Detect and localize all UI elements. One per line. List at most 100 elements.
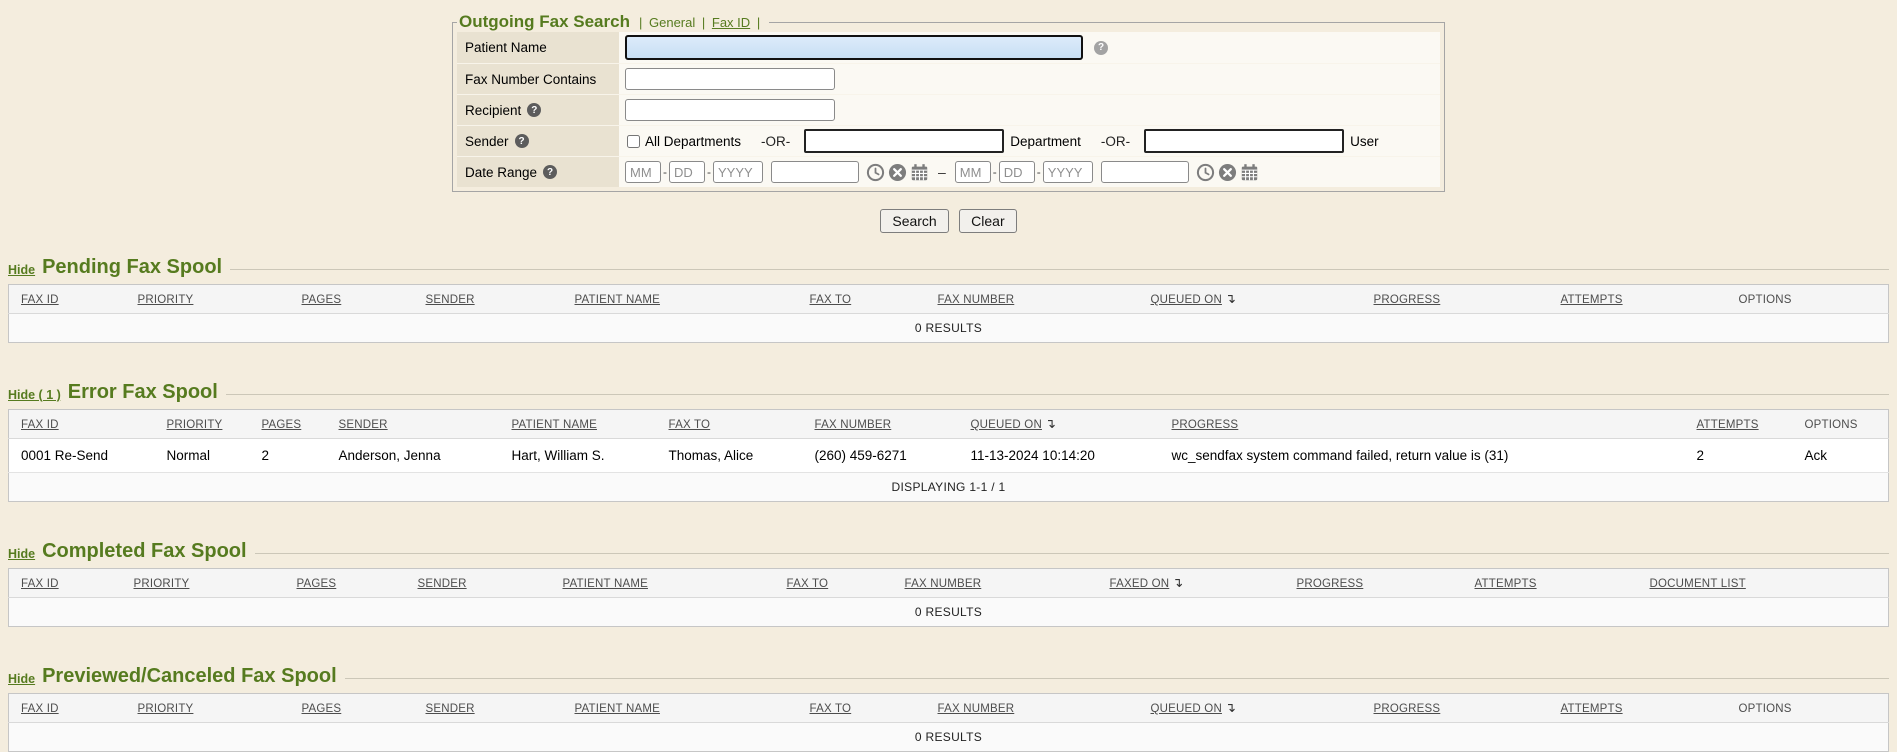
hide-pending-link[interactable]: Hide [8, 263, 35, 277]
col-attempts[interactable]: ATTEMPTS [1561, 703, 1623, 715]
start-time-input[interactable] [771, 161, 859, 183]
col-priority[interactable]: PRIORITY [138, 703, 194, 715]
start-year-input[interactable] [713, 161, 763, 183]
col-queued-on[interactable]: QUEUED ON [1151, 294, 1222, 306]
clear-button[interactable]: Clear [959, 209, 1016, 233]
fax-number-input[interactable] [625, 68, 835, 90]
col-patient-name[interactable]: PATIENT NAME [512, 419, 597, 431]
end-month-input[interactable] [955, 161, 991, 183]
fax-number-row: Fax Number Contains [457, 63, 1440, 94]
results-count: 0 RESULTS [9, 598, 1889, 627]
search-legend: Outgoing Fax Search | General | Fax ID | [457, 12, 769, 32]
fax-number-label: Fax Number Contains [457, 64, 619, 94]
pending-section-title: Pending Fax Spool [42, 256, 222, 279]
patient-name-label: Patient Name [457, 32, 619, 63]
col-options: OPTIONS [1739, 703, 1792, 715]
section-rule [226, 394, 1889, 395]
clock-icon[interactable] [1196, 163, 1215, 182]
hide-error-link[interactable]: Hide ( 1 ) [8, 388, 61, 402]
col-priority[interactable]: PRIORITY [134, 578, 190, 590]
sort-desc-icon: ↴ [1045, 416, 1056, 432]
all-departments-checkbox[interactable] [627, 135, 640, 148]
col-fax-to[interactable]: FAX TO [787, 578, 829, 590]
col-attempts[interactable]: ATTEMPTS [1697, 419, 1759, 431]
clear-date-icon[interactable] [888, 163, 907, 182]
error-fax-spool-section: Hide ( 1 ) Error Fax Spool FAX ID PRIORI… [8, 381, 1889, 502]
col-progress[interactable]: PROGRESS [1297, 578, 1364, 590]
results-count: DISPLAYING 1-1 / 1 [9, 473, 1889, 502]
col-document-list[interactable]: DOCUMENT LIST [1650, 578, 1746, 590]
form-title: Outgoing Fax Search [459, 12, 630, 32]
col-queued-on[interactable]: QUEUED ON [1151, 703, 1222, 715]
clear-date-icon[interactable] [1218, 163, 1237, 182]
col-pages[interactable]: PAGES [262, 419, 302, 431]
start-month-input[interactable] [625, 161, 661, 183]
clock-icon[interactable] [866, 163, 885, 182]
col-sender[interactable]: SENDER [426, 294, 475, 306]
col-fax-number[interactable]: FAX NUMBER [938, 703, 1015, 715]
recipient-label: Recipient ? [457, 95, 619, 125]
calendar-icon[interactable] [1240, 163, 1259, 182]
search-button[interactable]: Search [880, 209, 948, 233]
col-patient-name[interactable]: PATIENT NAME [563, 578, 648, 590]
help-icon[interactable]: ? [1094, 41, 1108, 55]
col-queued-on[interactable]: QUEUED ON [971, 419, 1042, 431]
col-sender[interactable]: SENDER [339, 419, 388, 431]
col-sender[interactable]: SENDER [418, 578, 467, 590]
help-icon[interactable]: ? [515, 134, 529, 148]
col-fax-to[interactable]: FAX TO [669, 419, 711, 431]
col-priority[interactable]: PRIORITY [167, 419, 223, 431]
patient-name-input[interactable] [625, 35, 1083, 60]
col-progress[interactable]: PROGRESS [1374, 703, 1441, 715]
calendar-icon[interactable] [910, 163, 929, 182]
end-year-input[interactable] [1043, 161, 1093, 183]
results-count: 0 RESULTS [9, 723, 1889, 752]
col-faxed-on[interactable]: FAXED ON [1110, 578, 1170, 590]
cell-queued-on: 11-13-2024 10:14:20 [959, 439, 1160, 473]
cell-patient-name: Hart, William S. [500, 439, 657, 473]
hide-completed-link[interactable]: Hide [8, 547, 35, 561]
department-input[interactable] [804, 129, 1004, 153]
col-attempts[interactable]: ATTEMPTS [1475, 578, 1537, 590]
col-progress[interactable]: PROGRESS [1172, 419, 1239, 431]
results-count: 0 RESULTS [9, 314, 1889, 343]
col-pages[interactable]: PAGES [302, 294, 342, 306]
end-day-input[interactable] [999, 161, 1035, 183]
col-fax-to[interactable]: FAX TO [810, 294, 852, 306]
completed-fax-table: FAX ID PRIORITY PAGES SENDER PATIENT NAM… [8, 568, 1889, 627]
help-icon[interactable]: ? [543, 165, 557, 179]
col-attempts[interactable]: ATTEMPTS [1561, 294, 1623, 306]
col-patient-name[interactable]: PATIENT NAME [575, 294, 660, 306]
col-fax-number[interactable]: FAX NUMBER [905, 578, 982, 590]
col-fax-id[interactable]: FAX ID [21, 419, 59, 431]
end-time-input[interactable] [1101, 161, 1189, 183]
col-fax-id[interactable]: FAX ID [21, 294, 59, 306]
start-day-input[interactable] [669, 161, 705, 183]
hide-previewed-link[interactable]: Hide [8, 672, 35, 686]
col-sender[interactable]: SENDER [426, 703, 475, 715]
ack-action[interactable]: Ack [1793, 439, 1889, 473]
col-progress[interactable]: PROGRESS [1374, 294, 1441, 306]
sort-desc-icon: ↴ [1172, 575, 1183, 591]
help-icon[interactable]: ? [527, 103, 541, 117]
previewed-section-title: Previewed/Canceled Fax Spool [42, 665, 337, 688]
tab-general[interactable]: General [649, 15, 695, 30]
completed-fax-spool-section: Hide Completed Fax Spool FAX ID PRIORITY… [8, 540, 1889, 627]
completed-section-title: Completed Fax Spool [42, 540, 246, 563]
previewed-canceled-fax-spool-section: Hide Previewed/Canceled Fax Spool FAX ID… [8, 665, 1889, 752]
col-pages[interactable]: PAGES [302, 703, 342, 715]
search-fieldset: Outgoing Fax Search | General | Fax ID |… [452, 12, 1445, 192]
tab-fax-id[interactable]: Fax ID [712, 15, 750, 30]
col-patient-name[interactable]: PATIENT NAME [575, 703, 660, 715]
user-input[interactable] [1144, 129, 1344, 153]
date-dash: - [663, 165, 667, 179]
col-fax-number[interactable]: FAX NUMBER [938, 294, 1015, 306]
col-fax-id[interactable]: FAX ID [21, 703, 59, 715]
col-fax-id[interactable]: FAX ID [21, 578, 59, 590]
col-priority[interactable]: PRIORITY [138, 294, 194, 306]
or-separator: -OR- [761, 134, 790, 149]
col-pages[interactable]: PAGES [297, 578, 337, 590]
col-fax-to[interactable]: FAX TO [810, 703, 852, 715]
col-fax-number[interactable]: FAX NUMBER [815, 419, 892, 431]
recipient-input[interactable] [625, 99, 835, 121]
